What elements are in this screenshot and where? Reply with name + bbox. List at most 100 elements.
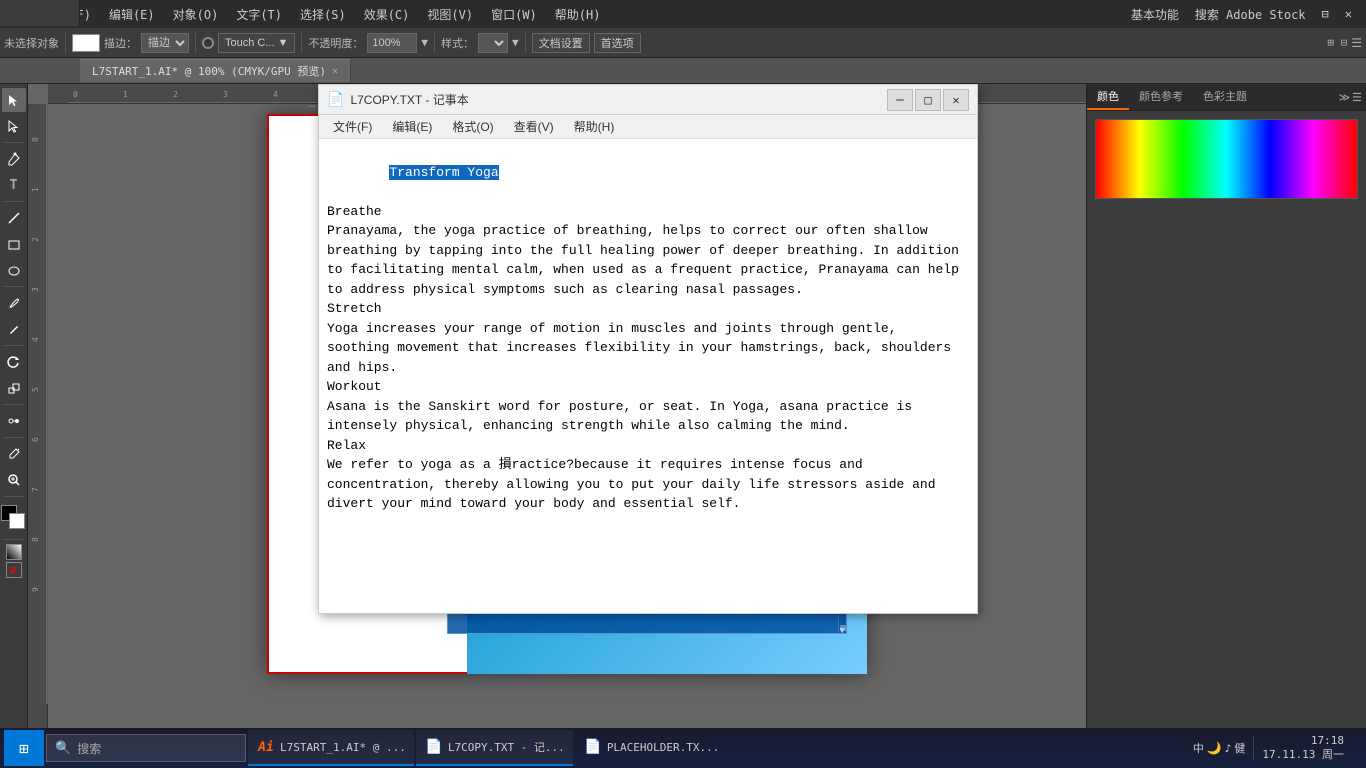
touch-dropdown-icon: ▼: [278, 37, 289, 49]
sys-moon-icon: 🌙: [1207, 741, 1222, 755]
doc-tabbar: L7START_1.AI* @ 100% (CMYK/GPU 预览) ✕: [0, 58, 1366, 84]
selected-text: Transform Yoga: [389, 165, 498, 180]
np-menu-help[interactable]: 帮助(H): [564, 116, 625, 137]
stock-search[interactable]: 搜索 Adobe Stock: [1189, 4, 1312, 25]
tab-color-guide[interactable]: 颜色参考: [1129, 84, 1193, 110]
blend-tool[interactable]: [2, 409, 26, 433]
svg-text:2: 2: [173, 90, 178, 99]
menu-edit[interactable]: 编辑(E): [101, 4, 163, 25]
taskbar-search[interactable]: 🔍 搜索: [46, 734, 246, 762]
show-desktop-button[interactable]: [1352, 728, 1358, 768]
stroke-select[interactable]: 描边: [141, 33, 189, 53]
windows-start-button[interactable]: ⊞: [4, 730, 44, 766]
doc-settings-button[interactable]: 文档设置: [532, 33, 590, 53]
svg-text:3: 3: [31, 287, 40, 292]
taskbar-sys-icons: 中 🌙 ♪ 健: [1193, 740, 1246, 756]
scale-tool[interactable]: [2, 376, 26, 400]
opacity-unit: ▼: [421, 36, 428, 49]
pen-tool[interactable]: [2, 147, 26, 171]
close-app[interactable]: ✕: [1339, 5, 1358, 23]
doc-tab[interactable]: L7START_1.AI* @ 100% (CMYK/GPU 预览) ✕: [80, 59, 351, 82]
np-menu-edit[interactable]: 编辑(E): [382, 116, 442, 137]
menu-help[interactable]: 帮助(H): [547, 4, 609, 25]
notepad-content[interactable]: Transform Yoga Breathe Pranayama, the yo…: [319, 139, 977, 613]
menu-effect[interactable]: 效果(C): [356, 4, 418, 25]
np-menu-file[interactable]: 文件(F): [323, 116, 382, 137]
color-spectrum[interactable]: [1095, 119, 1358, 199]
rotate-tool[interactable]: [2, 350, 26, 374]
tab-color-themes[interactable]: 色彩主题: [1193, 84, 1257, 110]
rect-tool[interactable]: [2, 232, 26, 256]
doc-tab-close[interactable]: ✕: [332, 66, 338, 77]
type-tool[interactable]: T: [2, 173, 26, 197]
notepad-close-button[interactable]: ✕: [943, 89, 969, 111]
menu-window[interactable]: 窗口(W): [483, 4, 545, 25]
notepad-titlebar[interactable]: 📄 L7COPY.TXT - 记事本 ─ □ ✕: [319, 85, 977, 115]
notepad-body-text: Breathe Pranayama, the yoga practice of …: [327, 204, 959, 512]
app-menubar: Ai 文件(F) 编辑(E) 对象(O) 文字(T) 选择(S) 效果(C) 视…: [0, 0, 1366, 28]
search-icon: 🔍: [55, 741, 71, 756]
panel-menu-icon[interactable]: ☰: [1352, 91, 1362, 104]
taskbar-app-notepad-l7copy[interactable]: 📄 L7COPY.TXT - 记...: [416, 730, 573, 766]
illustrator-taskbar-icon: Ai: [256, 737, 276, 757]
np-menu-view[interactable]: 查看(V): [504, 116, 564, 137]
sys-sound-icon: ♪: [1225, 742, 1232, 755]
svg-text:6: 6: [31, 437, 40, 442]
ellipse-tool[interactable]: [2, 258, 26, 282]
select-tool[interactable]: [2, 88, 26, 112]
sys-health-icon: 健: [1234, 740, 1245, 756]
stroke-style-dot: [202, 37, 214, 49]
menu-select[interactable]: 选择(S): [292, 4, 354, 25]
workspace: T: [0, 84, 1366, 736]
sys-lang-icon[interactable]: 中: [1193, 740, 1204, 756]
notepad-app-icon: 📄: [327, 92, 344, 108]
pencil-tool[interactable]: [2, 317, 26, 341]
notepad-placeholder-taskbar-icon: 📄: [583, 737, 603, 757]
svg-text:0: 0: [31, 137, 40, 142]
svg-text:7: 7: [31, 487, 40, 492]
notepad-maximize-button[interactable]: □: [915, 89, 941, 111]
notepad-menubar: 文件(F) 编辑(E) 格式(O) 查看(V) 帮助(H): [319, 115, 977, 139]
taskbar-app-illustrator[interactable]: Ai L7START_1.AI* @ ...: [248, 730, 414, 766]
menu-object[interactable]: 对象(O): [165, 4, 227, 25]
np-menu-format[interactable]: 格式(O): [442, 116, 503, 137]
tab-color[interactable]: 颜色: [1087, 84, 1129, 110]
zoom-tool[interactable]: [2, 468, 26, 492]
svg-text:9: 9: [31, 587, 40, 592]
notepad-window: 📄 L7COPY.TXT - 记事本 ─ □ ✕ 文件(F) 编辑(E) 格式(…: [318, 84, 978, 614]
opacity-label: 不透明度：: [308, 35, 363, 51]
clock-time: 17:18: [1262, 734, 1344, 748]
doc-tab-label: L7START_1.AI* @ 100% (CMYK/GPU 预览): [92, 63, 326, 79]
svg-text:5: 5: [31, 387, 40, 392]
touch-button[interactable]: Touch C... ▼: [218, 33, 295, 53]
taskbar: ⊞ 🔍 搜索 Ai L7START_1.AI* @ ... 📄 L7COPY.T…: [0, 728, 1366, 768]
toolbar: 未选择对象 描边： 描边 Touch C... ▼ 不透明度： ▼ 样式： ▼ …: [0, 28, 1366, 58]
workspace-selector[interactable]: 基本功能: [1125, 4, 1185, 25]
none-swatch[interactable]: ∅: [6, 562, 22, 578]
menu-text[interactable]: 文字(T): [228, 4, 290, 25]
opacity-input[interactable]: [367, 33, 417, 53]
background-color[interactable]: [9, 513, 25, 529]
eyedropper-tool[interactable]: [2, 442, 26, 466]
gradient-swatch[interactable]: [6, 544, 22, 560]
menu-view[interactable]: 视图(V): [419, 4, 481, 25]
scrollbar-down[interactable]: ▼: [840, 625, 846, 631]
arrange-windows[interactable]: ⊟: [1316, 5, 1335, 23]
notepad-minimize-button[interactable]: ─: [887, 89, 913, 111]
fill-color[interactable]: [72, 34, 100, 52]
taskbar-time: 17:18 17.11.13 周一: [1262, 734, 1344, 763]
svg-text:3: 3: [223, 90, 228, 99]
stroke-label: 描边：: [104, 35, 137, 51]
notepad-l7copy-taskbar-icon: 📄: [424, 737, 444, 757]
panel-tabs: 颜色 颜色参考 色彩主题 ≫ ☰: [1087, 84, 1366, 111]
svg-text:4: 4: [273, 90, 278, 99]
paintbrush-tool[interactable]: [2, 291, 26, 315]
right-panel: 颜色 颜色参考 色彩主题 ≫ ☰: [1086, 84, 1366, 736]
taskbar-app-notepad-placeholder[interactable]: 📄 PLACEHOLDER.TX...: [575, 730, 728, 766]
line-tool[interactable]: [2, 206, 26, 230]
panel-expand-icon[interactable]: ≫: [1339, 91, 1351, 104]
direct-select-tool[interactable]: [2, 114, 26, 138]
more-options[interactable]: ☰: [1351, 36, 1362, 50]
style-select[interactable]: [478, 33, 508, 53]
preferences-button[interactable]: 首选项: [594, 33, 641, 53]
